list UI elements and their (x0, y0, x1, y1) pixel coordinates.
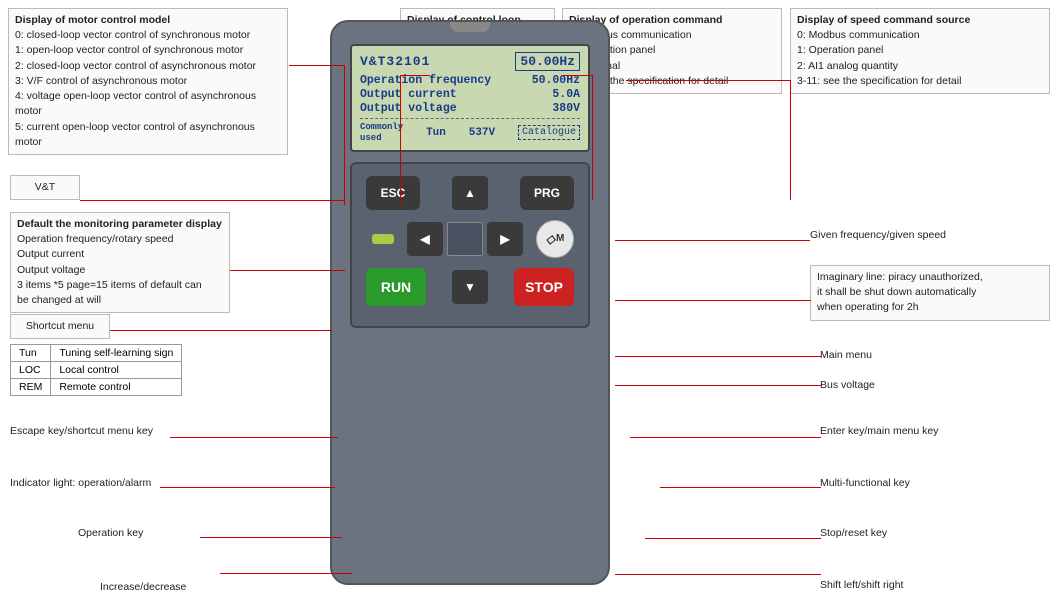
mon-line-4: 3 items *5 page=15 items of default can (17, 279, 202, 291)
line-multi-func (660, 487, 821, 488)
line-speed-cmd-h (626, 80, 791, 81)
indicator-light-label: Indicator light: operation/alarm (10, 476, 151, 491)
line-op-cmd-h (562, 75, 592, 76)
indicator-light (372, 234, 394, 244)
monitoring-title: Default the monitoring parameter display (17, 218, 222, 230)
loc-label: LOC (11, 362, 51, 379)
mon-line-3: Output voltage (17, 264, 85, 276)
line-enter-key (630, 437, 821, 438)
line-op-key (200, 537, 342, 538)
main-menu-label: Main menu (820, 348, 872, 363)
line-speed-cmd-v (790, 80, 791, 200)
line-given-freq (615, 240, 810, 241)
m-button[interactable]: ◇ M (536, 220, 574, 258)
m-label: M (556, 233, 564, 244)
escape-key-label: Escape key/shortcut menu key (10, 424, 153, 439)
given-freq-label: Given frequency/given speed (810, 228, 946, 243)
mon-line-2: Output current (17, 248, 84, 260)
multi-functional-label: Multi-functional key (820, 476, 910, 491)
speed-cmd-1: 1: Operation panel (797, 44, 883, 56)
vt-label-box: V&T (10, 175, 80, 200)
rem-label: REM (11, 379, 51, 396)
line-ctrl-loop (400, 75, 401, 205)
line-imaginary (615, 300, 811, 301)
screen-bus-val: 537V (469, 127, 495, 139)
motor-line-0: 0: closed-loop vector control of synchro… (15, 29, 250, 41)
speed-command-callout: Display of speed command source 0: Modbu… (790, 8, 1050, 94)
tun-desc: Tuning self-learning sign (51, 345, 182, 362)
motor-line-2: 2: closed-loop vector control of asynchr… (15, 60, 256, 72)
down-button[interactable]: ▼ (452, 270, 488, 304)
enter-key-label: Enter key/main menu key (820, 424, 938, 439)
increase-decrease-label: Increase/decrease (100, 580, 186, 595)
screen-row3-label: Output voltage (360, 102, 457, 115)
line-indicator (160, 487, 335, 488)
screen-row2-label: Output current (360, 88, 457, 101)
line-motor-h (289, 65, 345, 66)
line-op-cmd-v (592, 75, 593, 200)
run-button[interactable]: RUN (366, 268, 426, 306)
vt-label: V&T (35, 181, 55, 193)
line-mon-params (230, 270, 345, 271)
motor-line-3: 3: V/F control of asynchronous motor (15, 75, 187, 87)
rem-desc: Remote control (51, 379, 182, 396)
line-ctrl-loop-h (400, 75, 430, 76)
m-icon: ◇ (546, 232, 555, 246)
right-button[interactable]: ▶ (487, 222, 523, 256)
screen-row3-value: 380V (552, 102, 580, 115)
key-row-3: RUN ▼ STOP (366, 268, 574, 306)
device: V&T32101 50.00Hz Operation frequency 50.… (330, 20, 610, 585)
screen-row2-value: 5.0A (552, 88, 580, 101)
speed-cmd-0: 0: Modbus communication (797, 29, 920, 41)
motor-control-callout: Display of motor control model 0: closed… (8, 8, 288, 155)
speed-cmd-311: 3-11: see the specification for detail (797, 75, 961, 87)
shortcut-menu-box: Shortcut menu (10, 314, 110, 339)
screen-freq-top: 50.00Hz (515, 52, 580, 71)
speed-cmd-title: Display of speed command source (797, 14, 970, 26)
line-stop-reset (645, 538, 821, 539)
imaginary-line-callout: Imaginary line: piracy unauthorized,it s… (810, 265, 1050, 321)
esc-button[interactable]: ESC (366, 176, 420, 210)
screen-tun: Tun (426, 127, 446, 139)
motor-line-5: 5: current open-loop vector control of a… (15, 121, 255, 148)
screen-catalogue: Catalogue (518, 125, 580, 140)
line-shift-lr (615, 574, 821, 575)
up-button[interactable]: ▲ (452, 176, 488, 210)
loc-desc: Local control (51, 362, 182, 379)
line-bus-voltage (615, 385, 821, 386)
operation-key-label: Operation key (78, 526, 143, 541)
mon-line-1: Operation frequency/rotary speed (17, 233, 173, 245)
screen-commonly-used: Commonly used (360, 122, 403, 144)
keypad-area: ESC ▲ PRG ◀ ▶ ◇ M RUN ▼ STOP (350, 162, 590, 328)
shift-lr-label: Shift left/shift right (820, 578, 903, 593)
mode-table: Tun Tuning self-learning sign LOC Local … (10, 344, 182, 396)
device-screen: V&T32101 50.00Hz Operation frequency 50.… (350, 44, 590, 152)
line-esc-key (170, 437, 338, 438)
motor-line-4: 4: voltage open-loop vector control of a… (15, 90, 256, 117)
bus-voltage-label: Bus voltage (820, 378, 875, 393)
line-inc-dec (220, 573, 352, 574)
screen-model: V&T32101 (360, 54, 430, 69)
stop-reset-label: Stop/reset key (820, 526, 887, 541)
motor-control-title: Display of motor control model (15, 14, 170, 26)
mon-line-5: be changed at will (17, 294, 101, 306)
speed-cmd-2: 2: AI1 analog quantity (797, 60, 898, 72)
nav-center (447, 222, 483, 256)
stop-button[interactable]: STOP (514, 268, 574, 306)
line-motor-v (344, 65, 345, 205)
left-button[interactable]: ◀ (407, 222, 443, 256)
lr-buttons: ◀ ▶ (407, 222, 523, 256)
device-notch (450, 22, 490, 32)
key-row-1: ESC ▲ PRG (366, 176, 574, 210)
line-main-menu (615, 356, 821, 357)
prg-button[interactable]: PRG (520, 176, 574, 210)
line-shortcut (110, 330, 332, 331)
line-vt (80, 200, 344, 201)
motor-line-1: 1: open-loop vector control of synchrono… (15, 44, 243, 56)
key-row-2: ◀ ▶ ◇ M (366, 220, 574, 258)
shortcut-menu-label: Shortcut menu (26, 320, 94, 332)
monitoring-params-callout: Default the monitoring parameter display… (10, 212, 230, 313)
tun-label: Tun (11, 345, 51, 362)
